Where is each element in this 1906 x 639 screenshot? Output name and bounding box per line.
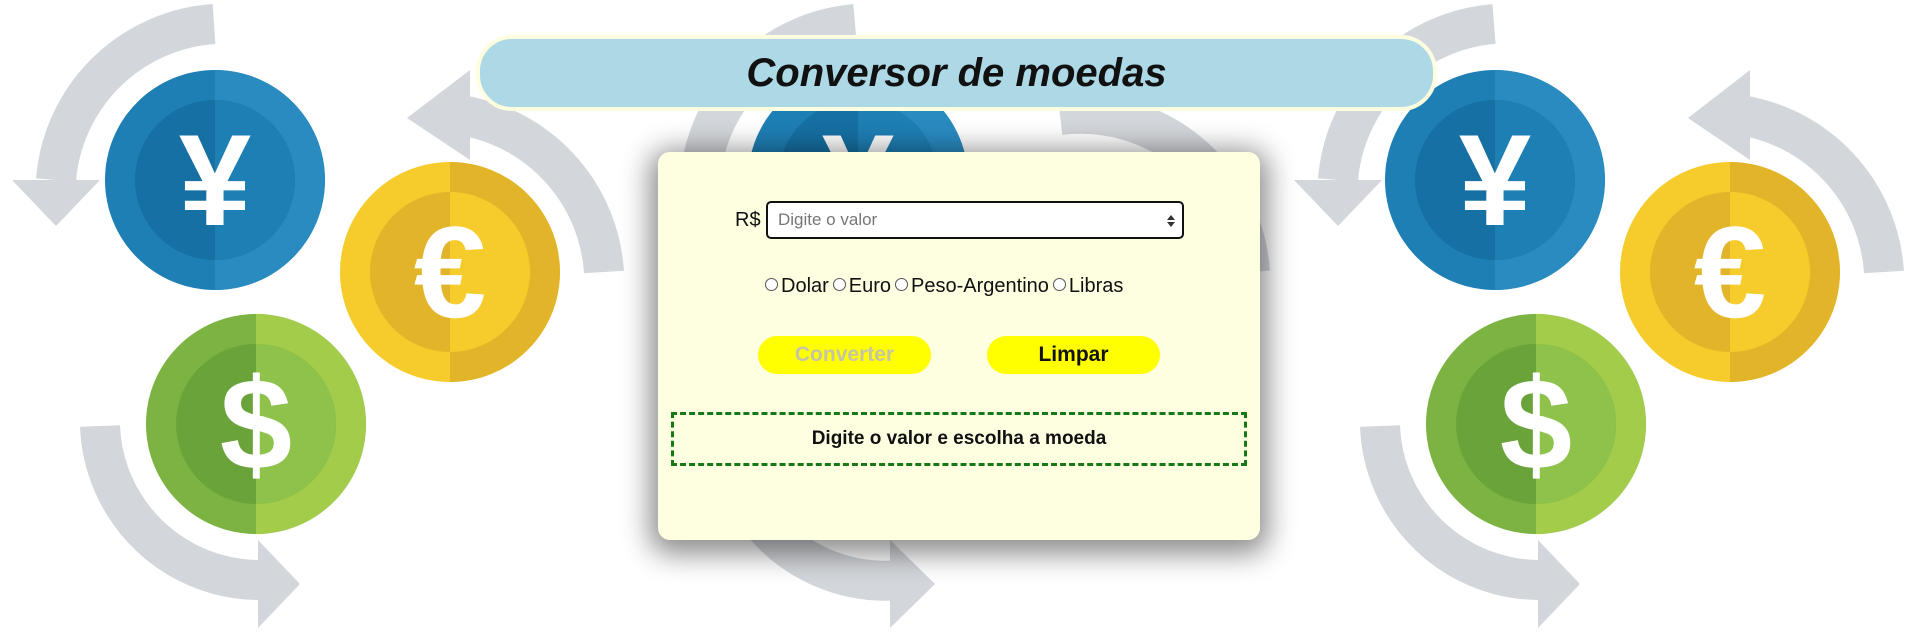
yen-symbol: ¥ — [1459, 107, 1531, 253]
radio-option-peso-argentino[interactable]: Peso-Argentino — [895, 275, 1049, 298]
euro-symbol: € — [414, 199, 486, 345]
dollar-symbol: $ — [220, 351, 292, 497]
radio-option-euro[interactable]: Euro — [832, 275, 892, 298]
clear-button[interactable]: Limpar — [987, 336, 1160, 374]
spin-up-icon[interactable] — [1167, 215, 1175, 220]
convert-button[interactable]: Converter — [758, 336, 931, 374]
converter-panel: R$ Dolar Euro Peso-Argentino Libras Conv… — [658, 152, 1260, 540]
yen-symbol: ¥ — [179, 107, 251, 253]
title-banner: Conversor de moedas — [476, 35, 1437, 111]
radio-label: Libras — [1068, 275, 1124, 297]
radio-label: Dolar — [781, 275, 829, 297]
radio-option-libras[interactable]: Libras — [1052, 275, 1124, 298]
euro-coin-icon: € — [340, 162, 560, 382]
euro-symbol: € — [1694, 199, 1766, 345]
spin-down-icon[interactable] — [1167, 222, 1175, 227]
radio-button[interactable] — [895, 278, 909, 291]
radio-button[interactable] — [832, 278, 846, 291]
euro-coin-icon: € — [1620, 162, 1840, 382]
radio-option-dolar[interactable]: Dolar — [765, 275, 829, 298]
value-input[interactable] — [766, 201, 1184, 239]
dollar-coin-icon: $ — [146, 314, 366, 534]
number-spinner[interactable] — [1164, 211, 1178, 231]
radio-button[interactable] — [1052, 278, 1066, 291]
page-title: Conversor de moedas — [746, 50, 1167, 95]
currency-prefix-label: R$ — [735, 209, 761, 231]
currency-radio-group: Dolar Euro Peso-Argentino Libras — [765, 275, 1127, 298]
radio-label: Euro — [848, 275, 892, 297]
yen-coin-icon: ¥ — [105, 70, 325, 290]
dollar-coin-icon: $ — [1426, 314, 1646, 534]
radio-button[interactable] — [765, 278, 778, 291]
radio-label: Peso-Argentino — [911, 275, 1049, 297]
dollar-symbol: $ — [1500, 351, 1572, 497]
result-message: Digite o valor e escolha a moeda — [671, 412, 1247, 466]
